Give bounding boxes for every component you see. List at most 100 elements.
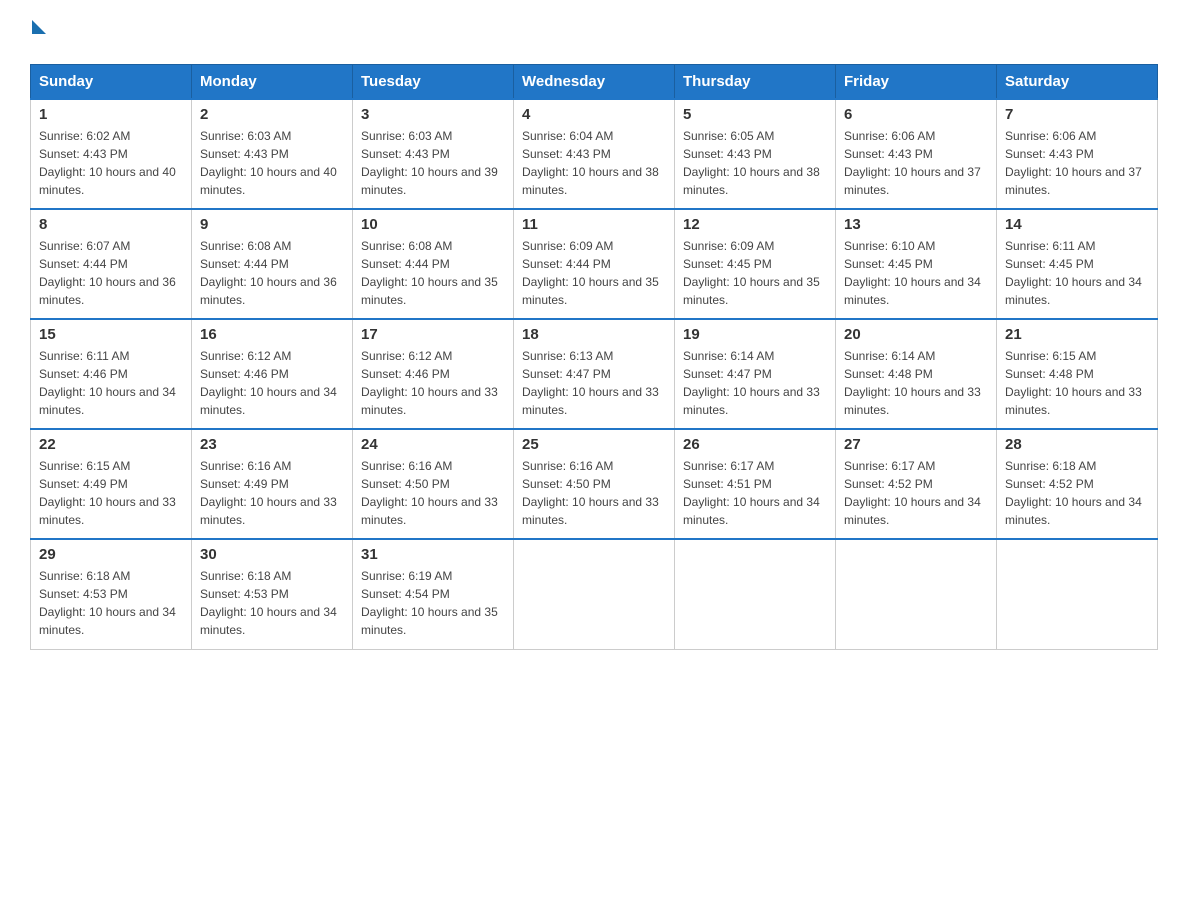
day-number: 23 (200, 436, 344, 453)
day-info: Sunrise: 6:06 AM Sunset: 4:43 PM Dayligh… (1005, 127, 1149, 199)
day-info: Sunrise: 6:17 AM Sunset: 4:52 PM Dayligh… (844, 457, 988, 529)
day-info: Sunrise: 6:07 AM Sunset: 4:44 PM Dayligh… (39, 237, 183, 309)
day-info: Sunrise: 6:06 AM Sunset: 4:43 PM Dayligh… (844, 127, 988, 199)
day-number: 20 (844, 326, 988, 343)
day-cell: 30 Sunrise: 6:18 AM Sunset: 4:53 PM Dayl… (192, 539, 353, 649)
day-info: Sunrise: 6:15 AM Sunset: 4:49 PM Dayligh… (39, 457, 183, 529)
day-cell: 10 Sunrise: 6:08 AM Sunset: 4:44 PM Dayl… (353, 209, 514, 319)
day-info: Sunrise: 6:16 AM Sunset: 4:50 PM Dayligh… (361, 457, 505, 529)
column-header-thursday: Thursday (675, 65, 836, 100)
day-number: 8 (39, 216, 183, 233)
day-cell: 16 Sunrise: 6:12 AM Sunset: 4:46 PM Dayl… (192, 319, 353, 429)
calendar-header: SundayMondayTuesdayWednesdayThursdayFrid… (31, 65, 1158, 100)
day-cell: 15 Sunrise: 6:11 AM Sunset: 4:46 PM Dayl… (31, 319, 192, 429)
day-cell: 8 Sunrise: 6:07 AM Sunset: 4:44 PM Dayli… (31, 209, 192, 319)
day-info: Sunrise: 6:17 AM Sunset: 4:51 PM Dayligh… (683, 457, 827, 529)
day-cell: 2 Sunrise: 6:03 AM Sunset: 4:43 PM Dayli… (192, 99, 353, 209)
day-cell: 1 Sunrise: 6:02 AM Sunset: 4:43 PM Dayli… (31, 99, 192, 209)
day-cell: 31 Sunrise: 6:19 AM Sunset: 4:54 PM Dayl… (353, 539, 514, 649)
day-cell: 7 Sunrise: 6:06 AM Sunset: 4:43 PM Dayli… (997, 99, 1158, 209)
week-row-3: 15 Sunrise: 6:11 AM Sunset: 4:46 PM Dayl… (31, 319, 1158, 429)
day-cell: 14 Sunrise: 6:11 AM Sunset: 4:45 PM Dayl… (997, 209, 1158, 319)
day-number: 21 (1005, 326, 1149, 343)
logo-triangle-icon (32, 20, 46, 34)
day-cell: 3 Sunrise: 6:03 AM Sunset: 4:43 PM Dayli… (353, 99, 514, 209)
day-cell: 5 Sunrise: 6:05 AM Sunset: 4:43 PM Dayli… (675, 99, 836, 209)
day-number: 12 (683, 216, 827, 233)
day-number: 17 (361, 326, 505, 343)
day-cell: 18 Sunrise: 6:13 AM Sunset: 4:47 PM Dayl… (514, 319, 675, 429)
day-cell: 24 Sunrise: 6:16 AM Sunset: 4:50 PM Dayl… (353, 429, 514, 539)
day-info: Sunrise: 6:03 AM Sunset: 4:43 PM Dayligh… (200, 127, 344, 199)
day-info: Sunrise: 6:08 AM Sunset: 4:44 PM Dayligh… (200, 237, 344, 309)
column-header-tuesday: Tuesday (353, 65, 514, 100)
day-cell: 17 Sunrise: 6:12 AM Sunset: 4:46 PM Dayl… (353, 319, 514, 429)
day-number: 9 (200, 216, 344, 233)
day-cell: 13 Sunrise: 6:10 AM Sunset: 4:45 PM Dayl… (836, 209, 997, 319)
day-info: Sunrise: 6:16 AM Sunset: 4:50 PM Dayligh… (522, 457, 666, 529)
day-info: Sunrise: 6:18 AM Sunset: 4:53 PM Dayligh… (200, 567, 344, 639)
day-cell: 21 Sunrise: 6:15 AM Sunset: 4:48 PM Dayl… (997, 319, 1158, 429)
day-cell (997, 539, 1158, 649)
day-number: 18 (522, 326, 666, 343)
day-cell: 22 Sunrise: 6:15 AM Sunset: 4:49 PM Dayl… (31, 429, 192, 539)
day-info: Sunrise: 6:14 AM Sunset: 4:48 PM Dayligh… (844, 347, 988, 419)
day-cell (675, 539, 836, 649)
day-number: 2 (200, 106, 344, 123)
day-info: Sunrise: 6:16 AM Sunset: 4:49 PM Dayligh… (200, 457, 344, 529)
day-number: 13 (844, 216, 988, 233)
day-number: 1 (39, 106, 183, 123)
day-info: Sunrise: 6:18 AM Sunset: 4:53 PM Dayligh… (39, 567, 183, 639)
day-number: 3 (361, 106, 505, 123)
day-number: 4 (522, 106, 666, 123)
day-info: Sunrise: 6:05 AM Sunset: 4:43 PM Dayligh… (683, 127, 827, 199)
day-cell (836, 539, 997, 649)
day-number: 24 (361, 436, 505, 453)
week-row-1: 1 Sunrise: 6:02 AM Sunset: 4:43 PM Dayli… (31, 99, 1158, 209)
day-cell: 27 Sunrise: 6:17 AM Sunset: 4:52 PM Dayl… (836, 429, 997, 539)
column-header-wednesday: Wednesday (514, 65, 675, 100)
day-number: 14 (1005, 216, 1149, 233)
day-info: Sunrise: 6:08 AM Sunset: 4:44 PM Dayligh… (361, 237, 505, 309)
day-info: Sunrise: 6:10 AM Sunset: 4:45 PM Dayligh… (844, 237, 988, 309)
day-number: 31 (361, 546, 505, 563)
week-row-2: 8 Sunrise: 6:07 AM Sunset: 4:44 PM Dayli… (31, 209, 1158, 319)
day-cell (514, 539, 675, 649)
day-info: Sunrise: 6:02 AM Sunset: 4:43 PM Dayligh… (39, 127, 183, 199)
day-cell: 6 Sunrise: 6:06 AM Sunset: 4:43 PM Dayli… (836, 99, 997, 209)
calendar-body: 1 Sunrise: 6:02 AM Sunset: 4:43 PM Dayli… (31, 99, 1158, 649)
day-info: Sunrise: 6:14 AM Sunset: 4:47 PM Dayligh… (683, 347, 827, 419)
column-header-saturday: Saturday (997, 65, 1158, 100)
day-cell: 11 Sunrise: 6:09 AM Sunset: 4:44 PM Dayl… (514, 209, 675, 319)
day-cell: 9 Sunrise: 6:08 AM Sunset: 4:44 PM Dayli… (192, 209, 353, 319)
day-cell: 19 Sunrise: 6:14 AM Sunset: 4:47 PM Dayl… (675, 319, 836, 429)
day-number: 29 (39, 546, 183, 563)
day-number: 7 (1005, 106, 1149, 123)
week-row-4: 22 Sunrise: 6:15 AM Sunset: 4:49 PM Dayl… (31, 429, 1158, 539)
day-number: 26 (683, 436, 827, 453)
day-number: 10 (361, 216, 505, 233)
calendar-table: SundayMondayTuesdayWednesdayThursdayFrid… (30, 64, 1158, 650)
day-info: Sunrise: 6:03 AM Sunset: 4:43 PM Dayligh… (361, 127, 505, 199)
day-number: 11 (522, 216, 666, 233)
day-cell: 26 Sunrise: 6:17 AM Sunset: 4:51 PM Dayl… (675, 429, 836, 539)
header-row: SundayMondayTuesdayWednesdayThursdayFrid… (31, 65, 1158, 100)
logo (30, 20, 46, 44)
day-cell: 23 Sunrise: 6:16 AM Sunset: 4:49 PM Dayl… (192, 429, 353, 539)
week-row-5: 29 Sunrise: 6:18 AM Sunset: 4:53 PM Dayl… (31, 539, 1158, 649)
day-number: 25 (522, 436, 666, 453)
day-number: 5 (683, 106, 827, 123)
page-header (30, 20, 1158, 44)
day-cell: 4 Sunrise: 6:04 AM Sunset: 4:43 PM Dayli… (514, 99, 675, 209)
day-number: 28 (1005, 436, 1149, 453)
day-info: Sunrise: 6:12 AM Sunset: 4:46 PM Dayligh… (361, 347, 505, 419)
day-number: 6 (844, 106, 988, 123)
day-info: Sunrise: 6:13 AM Sunset: 4:47 PM Dayligh… (522, 347, 666, 419)
day-number: 30 (200, 546, 344, 563)
day-cell: 12 Sunrise: 6:09 AM Sunset: 4:45 PM Dayl… (675, 209, 836, 319)
day-info: Sunrise: 6:04 AM Sunset: 4:43 PM Dayligh… (522, 127, 666, 199)
day-info: Sunrise: 6:15 AM Sunset: 4:48 PM Dayligh… (1005, 347, 1149, 419)
column-header-sunday: Sunday (31, 65, 192, 100)
day-number: 15 (39, 326, 183, 343)
day-cell: 28 Sunrise: 6:18 AM Sunset: 4:52 PM Dayl… (997, 429, 1158, 539)
